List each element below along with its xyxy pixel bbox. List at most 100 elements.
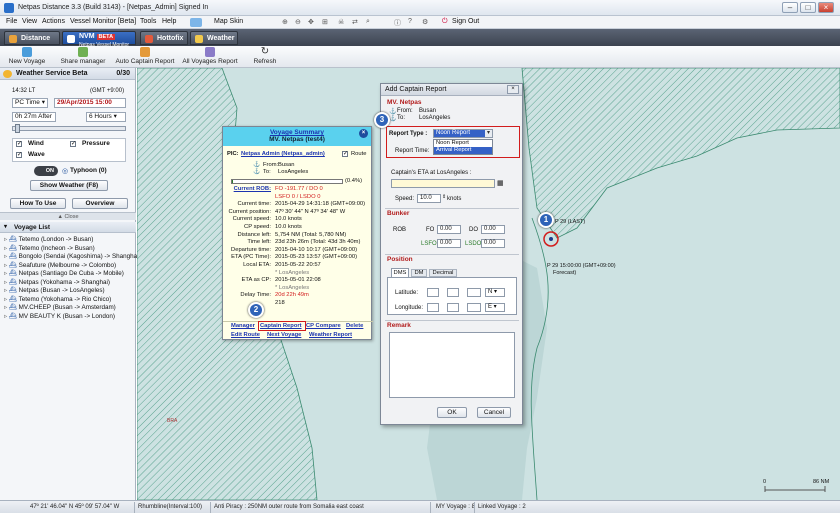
lat-min-input[interactable] <box>447 288 459 297</box>
option-arrival-report[interactable]: Arrival Report <box>434 147 492 154</box>
voyage-list-item[interactable]: ▹ ⛴ MV BEAUTY K (Busan -> London) <box>4 312 115 320</box>
slider-thumb[interactable] <box>15 124 20 133</box>
tab-weather[interactable]: Weather <box>190 31 238 45</box>
captain-eta-input[interactable] <box>391 179 495 188</box>
menu-sign-out[interactable]: Sign Out <box>452 18 479 25</box>
menu-file[interactable]: File <box>6 18 17 25</box>
globe-icon[interactable] <box>190 18 202 27</box>
wind-checkbox[interactable]: ✓ <box>16 141 22 147</box>
close-summary-icon[interactable]: × <box>359 129 368 138</box>
speed-input[interactable]: 10.0 <box>417 194 441 203</box>
collapse-icon[interactable]: ▾ <box>4 222 7 233</box>
typhoon-toggle[interactable]: ON <box>34 166 58 176</box>
voyage-list-item[interactable]: ▹ ⛴ Netpas (Santiago De Cuba -> Mobile) <box>4 269 124 277</box>
voyage-list-item[interactable]: ▹ ⛴ Tetemo (Incheon -> Busan) <box>4 244 95 252</box>
auto-captain-report-button[interactable]: Auto Captain Report <box>112 47 178 65</box>
how-to-use-button[interactable]: How To Use <box>10 198 66 209</box>
menu-view[interactable]: View <box>22 18 37 25</box>
cp-compare-link[interactable]: CP Compare <box>306 323 341 329</box>
lon-sec-input[interactable] <box>467 303 481 312</box>
next-voyage-link[interactable]: Next Voyage <box>267 332 301 338</box>
close-button[interactable]: × <box>818 2 834 13</box>
lon-min-input[interactable] <box>447 303 459 312</box>
ruler-icon[interactable]: ⊞ <box>322 18 328 26</box>
lat-dir-select[interactable]: N ▾ <box>485 288 505 297</box>
voyage-summary-popup: Voyage Summary MV. Netpas (test4) × PIC:… <box>222 126 373 340</box>
weather-report-link[interactable]: Weather Report <box>309 332 352 338</box>
manager-link[interactable]: Manager <box>231 323 255 329</box>
tab-distance[interactable]: Distance <box>4 31 60 45</box>
tab-dm[interactable]: DM <box>411 269 427 277</box>
search-icon[interactable]: ⌕ <box>366 18 370 26</box>
speed-stepper[interactable]: ⇕ <box>442 194 446 200</box>
tab-dms[interactable]: DMS <box>391 268 409 277</box>
menu-vessel-monitor[interactable]: Vessel Monitor [Beta] <box>70 18 136 25</box>
calendar-icon[interactable]: ▦ <box>497 179 504 187</box>
wave-checkbox[interactable]: ✓ <box>16 152 22 158</box>
voyage-list-item[interactable]: ▹ ⛴ Bongolo (Sendai (Kagoshima) -> Shang… <box>4 252 139 260</box>
share-manager-button[interactable]: Share manager <box>58 47 108 65</box>
route-checkbox[interactable]: ✓ <box>342 151 348 157</box>
cancel-button[interactable]: Cancel <box>477 407 511 418</box>
time-after-field[interactable]: 0h 27m After <box>12 112 56 122</box>
zoom-in-icon[interactable]: ⊕ <box>282 18 288 26</box>
pressure-checkbox[interactable]: ✓ <box>70 141 76 147</box>
fo-input[interactable]: 0.00 <box>437 225 461 234</box>
tab-nvm[interactable]: NVM BETA Netpas Vessel Monitor <box>62 31 136 48</box>
time-slider[interactable] <box>12 124 126 133</box>
voyage-list-item[interactable]: ▹ ⛴ Tetemo (Yokohama -> Rio Chico) <box>4 295 111 303</box>
maximize-button[interactable]: □ <box>800 2 816 13</box>
close-weather-bar[interactable]: ▲ Close <box>0 212 136 220</box>
lon-dir-select[interactable]: E ▾ <box>485 303 505 312</box>
option-noon-report[interactable]: Noon Report <box>434 140 492 147</box>
info-icon[interactable]: ⓘ <box>394 18 401 28</box>
help-icon[interactable]: ? <box>408 18 412 25</box>
voyage-list-item[interactable]: ▹ ⛴ Netpas (Busan -> LosAngeles) <box>4 286 105 294</box>
tab-decimal[interactable]: Decimal <box>429 269 457 277</box>
dialog-close-button[interactable]: × <box>507 85 519 94</box>
settings-icon[interactable]: ⚙ <box>422 18 428 26</box>
delete-link[interactable]: Delete <box>346 323 363 329</box>
report-type-select[interactable]: Noon Report ▾ <box>433 129 493 138</box>
forecast-date-field[interactable]: 29/Apr/2015 15:00 <box>54 98 126 108</box>
sign-out-icon[interactable]: ⏻ <box>442 18 448 26</box>
menu-map-skin[interactable]: Map Skin <box>214 18 243 25</box>
summary-value: * LosAngeles <box>275 284 310 291</box>
do-input[interactable]: 0.00 <box>481 225 505 234</box>
route-icon[interactable]: ⇄ <box>352 18 358 26</box>
new-voyage-button[interactable]: New Voyage <box>8 47 46 65</box>
menu-help[interactable]: Help <box>162 18 176 25</box>
lat-deg-input[interactable] <box>427 288 439 297</box>
voyage-list-item[interactable]: ▹ ⛴ MV.CHEEP (Busan -> Amsterdam) <box>4 303 116 311</box>
summary-key[interactable]: Current ROB: <box>195 186 271 192</box>
all-voyages-report-button[interactable]: All Voyages Report <box>180 47 240 65</box>
voyage-summary-title[interactable]: Voyage Summary <box>223 129 371 136</box>
lon-deg-input[interactable] <box>427 303 439 312</box>
lat-sec-input[interactable] <box>467 288 481 297</box>
lsfo-input[interactable]: 0.00 <box>437 239 461 248</box>
minimize-button[interactable]: – <box>782 2 798 13</box>
voyage-list-item[interactable]: ▹ ⛴ Tetemo (London -> Busan) <box>4 235 93 243</box>
refresh-button[interactable]: ↻ Refresh <box>250 46 280 66</box>
overview-button[interactable]: Overview <box>72 198 128 209</box>
tab-hottofix[interactable]: Hottofix <box>140 31 188 45</box>
interval-select[interactable]: 6 Hours ▾ <box>86 112 126 122</box>
refresh-icon: ↻ <box>260 46 270 57</box>
time-mode-select[interactable]: PC Time ▾ <box>12 98 48 108</box>
pirate-icon[interactable]: ☠ <box>338 18 344 26</box>
menu-actions[interactable]: Actions <box>42 18 65 25</box>
ship-icon: ⛴ <box>8 244 19 252</box>
pic-link[interactable]: Netpas Admin (Netpas_admin) <box>241 151 325 157</box>
sun-icon <box>3 70 12 78</box>
lsdo-input[interactable]: 0.00 <box>481 239 505 248</box>
voyage-list-item[interactable]: ▹ ⛴ Netpas (Yokohama -> Shanghai) <box>4 278 110 286</box>
pan-icon[interactable]: ✥ <box>308 18 314 26</box>
ok-button[interactable]: OK <box>437 407 467 418</box>
zoom-out-icon[interactable]: ⊖ <box>295 18 301 26</box>
edit-route-link[interactable]: Edit Route <box>231 332 260 338</box>
menu-tools[interactable]: Tools <box>140 18 156 25</box>
summary-key: Local ETA: <box>243 262 271 268</box>
voyage-list-item[interactable]: ▹ ⛴ Seafuture (Melbourne -> Colombo) <box>4 261 116 269</box>
show-weather-button[interactable]: Show Weather (F8) <box>30 180 108 191</box>
remark-textarea[interactable] <box>389 332 515 398</box>
